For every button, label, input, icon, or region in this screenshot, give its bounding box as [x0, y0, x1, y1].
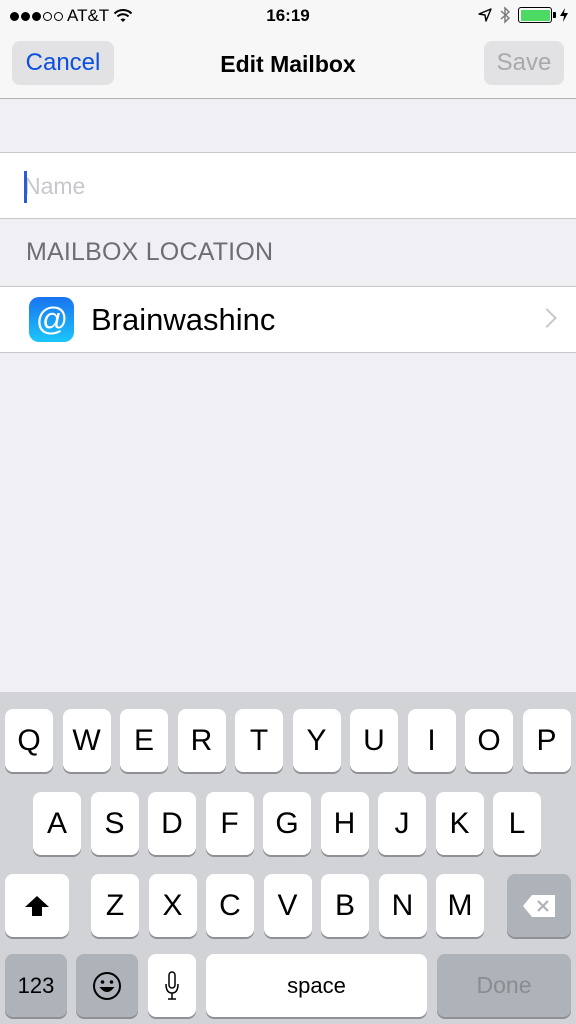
key-u[interactable]: U: [350, 709, 398, 772]
text-caret: [24, 171, 27, 203]
key-v[interactable]: V: [263, 874, 312, 937]
shift-key[interactable]: [5, 874, 69, 937]
status-bar: AT&T 16:19: [0, 0, 576, 34]
key-i[interactable]: I: [407, 709, 456, 772]
key-b[interactable]: B: [321, 874, 369, 937]
keyboard: QWERTYUIOP ASDFGHJKL ZXCVBNM 123 space D…: [0, 692, 576, 1024]
delete-backspace-icon: [523, 894, 555, 917]
bluetooth-icon: [500, 6, 510, 24]
mailbox-location-row[interactable]: @ Brainwashinc: [0, 286, 576, 353]
key-x[interactable]: X: [148, 874, 197, 937]
dictation-key[interactable]: [148, 954, 196, 1017]
key-q[interactable]: Q: [5, 709, 53, 772]
key-f[interactable]: F: [205, 792, 254, 855]
mailbox-name-input[interactable]: [24, 167, 554, 205]
key-k[interactable]: K: [435, 792, 484, 855]
name-cell: [0, 152, 576, 219]
battery-level: [520, 9, 550, 21]
key-r[interactable]: R: [177, 709, 226, 772]
key-j[interactable]: J: [378, 792, 426, 855]
key-o[interactable]: O: [465, 709, 513, 772]
key-w[interactable]: W: [62, 709, 111, 772]
key-l[interactable]: L: [493, 792, 541, 855]
numbers-key[interactable]: 123: [5, 954, 67, 1017]
key-a[interactable]: A: [33, 792, 81, 855]
key-d[interactable]: D: [148, 792, 196, 855]
key-n[interactable]: N: [378, 874, 427, 937]
key-t[interactable]: T: [235, 709, 283, 772]
delete-key[interactable]: [507, 874, 571, 937]
done-label: Done: [476, 972, 532, 998]
navigation-bar: Cancel Edit Mailbox Save: [0, 34, 576, 99]
key-m[interactable]: M: [436, 874, 484, 937]
battery-tip: [553, 12, 556, 18]
shift-arrow-icon: [25, 895, 49, 916]
location-arrow-icon: [478, 8, 492, 22]
status-right: [478, 6, 568, 24]
battery-icon: [518, 7, 556, 23]
microphone-icon: [165, 970, 179, 1000]
key-p[interactable]: P: [522, 709, 571, 772]
key-s[interactable]: S: [90, 792, 139, 855]
key-e[interactable]: E: [120, 709, 168, 772]
charging-bolt-icon: [560, 8, 568, 22]
save-button[interactable]: Save: [484, 41, 564, 85]
key-h[interactable]: H: [320, 792, 369, 855]
mail-account-icon: @: [29, 297, 74, 342]
emoji-face-icon: [93, 971, 121, 1000]
space-key[interactable]: space: [206, 954, 427, 1017]
account-name: Brainwashinc: [91, 302, 276, 337]
done-key[interactable]: Done: [437, 954, 571, 1017]
key-y[interactable]: Y: [292, 709, 341, 772]
key-c[interactable]: C: [206, 874, 254, 937]
key-g[interactable]: G: [263, 792, 311, 855]
section-header-mailbox-location: MAILBOX LOCATION: [26, 238, 274, 266]
key-z[interactable]: Z: [91, 874, 139, 937]
chevron-right-icon: [537, 308, 557, 328]
emoji-key[interactable]: [76, 954, 138, 1017]
